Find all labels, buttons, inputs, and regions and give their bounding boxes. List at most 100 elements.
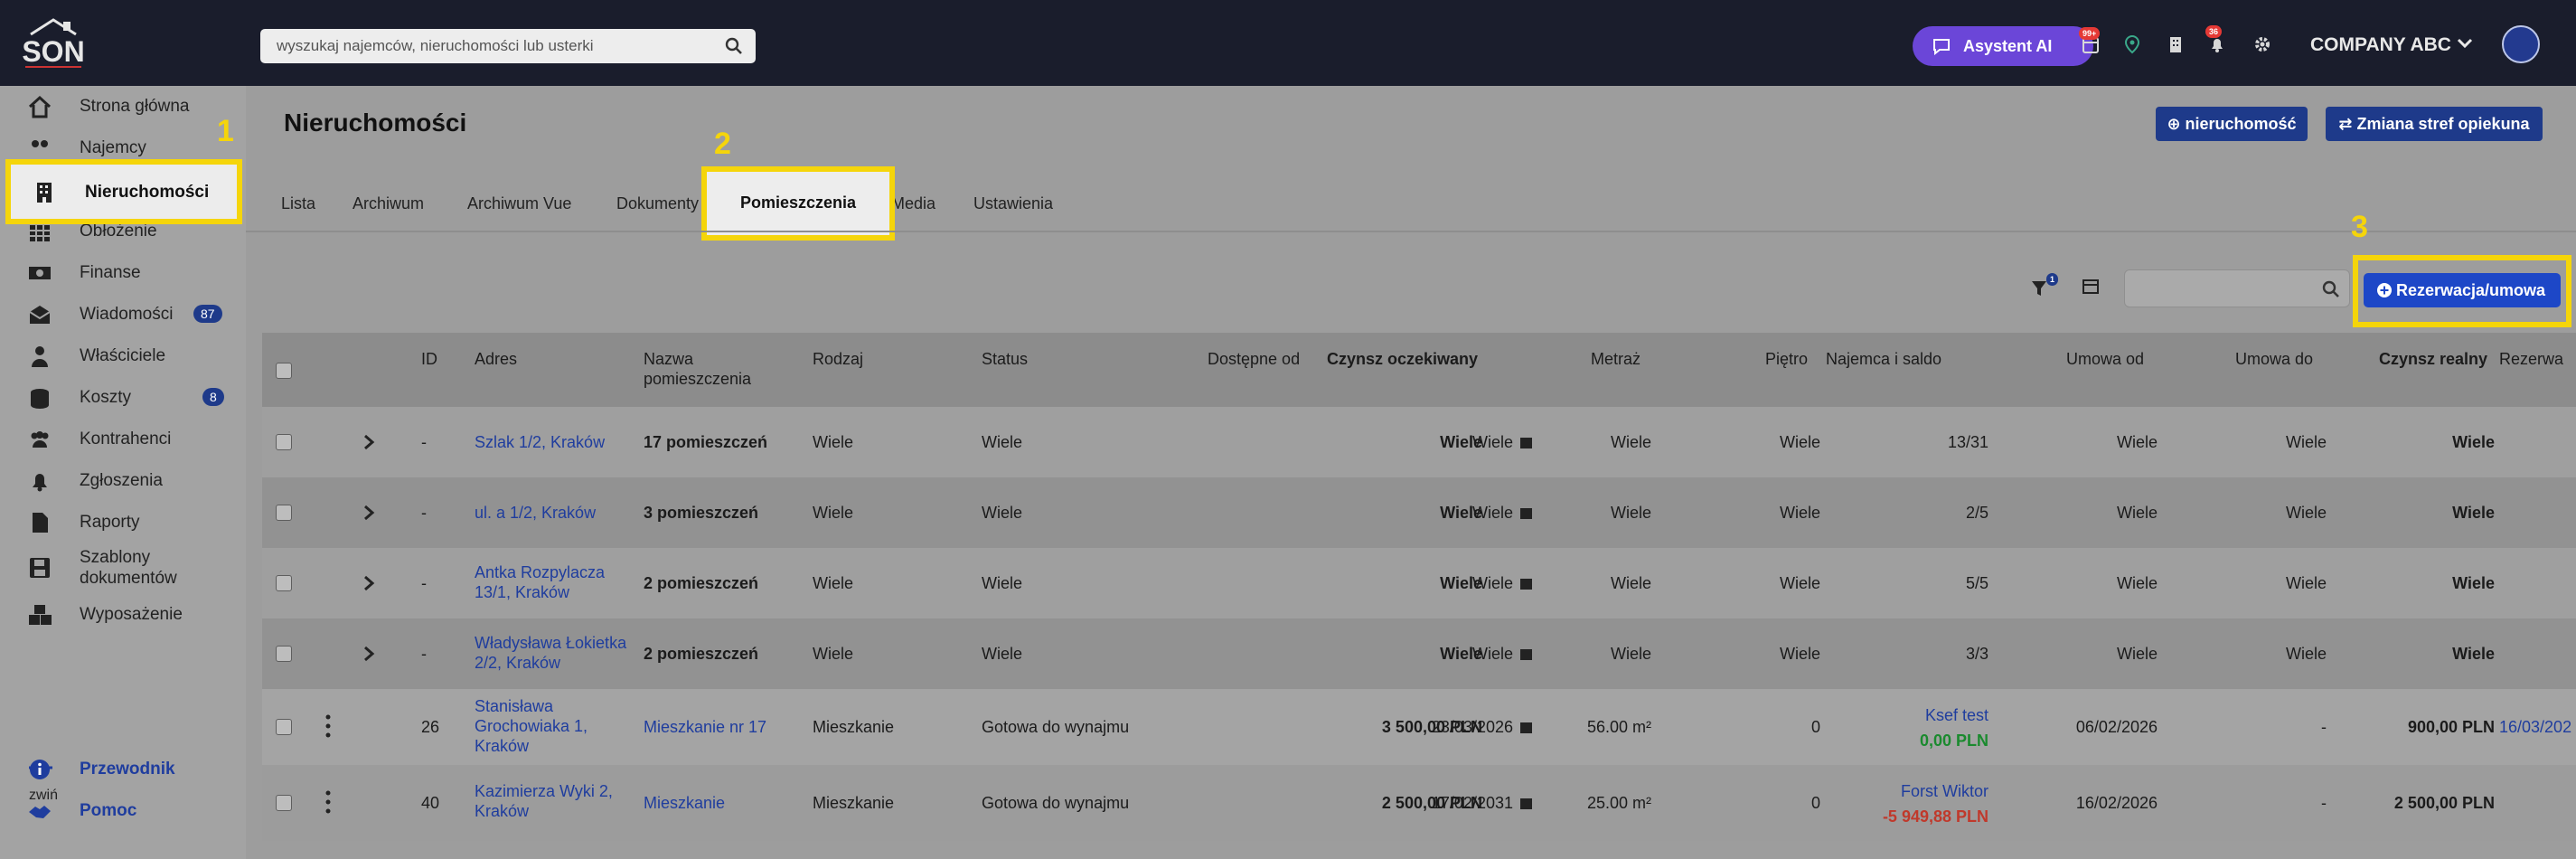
cell-contract-from: Wiele [2116, 645, 2158, 663]
add-property-button[interactable]: ⊕ nieruchomość [2156, 107, 2308, 141]
cell-room-name: 2 pomieszczeń [644, 574, 759, 592]
col-kind[interactable]: Rodzaj [813, 349, 863, 369]
sidebar-item-home[interactable]: Strona główna [0, 86, 246, 127]
col-contract-from[interactable]: Umowa od [2066, 349, 2144, 369]
cell-address[interactable]: Antka Rozpylacza 13/1, Kraków [475, 562, 619, 602]
row-checkbox[interactable] [276, 575, 292, 591]
ai-assistant-button[interactable]: Asystent AI [1913, 26, 2093, 66]
cell-room-name[interactable]: Mieszkanie nr 17 [644, 717, 766, 737]
reservation-button[interactable]: Rezerwacja/umowa [2364, 273, 2561, 307]
tab-rooms[interactable]: Pomieszczenia [701, 166, 895, 241]
table-row[interactable]: - ul. a 1/2, Kraków 3 pomieszczeń Wiele … [262, 477, 2576, 548]
col-area[interactable]: Metraż [1591, 349, 1641, 369]
col-expected-rent[interactable]: Czynsz oczekiwany [1327, 349, 1478, 369]
sidebar-item-properties[interactable]: Nieruchomości [5, 159, 242, 224]
kebab-menu-icon[interactable] [325, 714, 331, 738]
sidebar-item-templates[interactable]: Szablony dokumentów [0, 543, 246, 594]
search-icon[interactable] [2322, 280, 2340, 298]
col-available-from[interactable]: Dostępne od [1208, 349, 1300, 369]
table-row[interactable]: 40 Kazimierza Wyki 2, Kraków Mieszkanie … [262, 765, 2576, 841]
cell-tenant-name[interactable]: Ksef test [1925, 705, 1988, 725]
cell-id: - [421, 433, 427, 451]
sidebar-guide-link[interactable]: Przewodnik [0, 749, 246, 790]
cell-tenant-name[interactable]: Forst Wiktor [1901, 781, 1988, 801]
row-checkbox[interactable] [276, 795, 292, 811]
sidebar-item-equipment[interactable]: Wyposażenie [0, 594, 246, 636]
table-row[interactable]: 26 Stanisława Grochowiaka 1, Kraków Mies… [262, 689, 2576, 765]
select-all-checkbox[interactable] [276, 363, 292, 379]
file-icon [33, 513, 48, 533]
chevron-right-icon[interactable] [362, 645, 376, 663]
col-real-rent[interactable]: Czynsz realny [2379, 349, 2487, 369]
user-avatar[interactable] [2502, 25, 2540, 63]
tab-archive[interactable]: Archiwum [353, 194, 424, 213]
search-icon[interactable] [725, 37, 743, 55]
sidebar-item-costs[interactable]: Koszty 8 [0, 377, 246, 419]
sidebar-item-owners[interactable]: Właściciele [0, 335, 246, 377]
tab-archive-vue[interactable]: Archiwum Vue [467, 194, 571, 213]
tab-settings[interactable]: Ustawienia [973, 194, 1053, 213]
sidebar-help-link[interactable]: Pomoc [0, 790, 246, 832]
sidebar-item-label: Obłożenie [80, 222, 157, 241]
chevron-right-icon[interactable] [362, 504, 376, 522]
columns-icon[interactable] [2081, 277, 2101, 297]
chevron-down-icon[interactable] [2457, 36, 2473, 51]
cell-id: 40 [421, 794, 440, 812]
col-floor[interactable]: Piętro [1765, 349, 1808, 369]
sidebar-item-reports[interactable]: Raporty [0, 502, 246, 543]
location-pin-icon[interactable] [2122, 34, 2142, 54]
cell-kind: Wiele [813, 645, 854, 663]
table-row[interactable]: - Szlak 1/2, Kraków 17 pomieszczeń Wiele… [262, 407, 2576, 477]
chevron-right-icon[interactable] [362, 433, 376, 451]
cell-expected-rent: Wiele [1440, 645, 1482, 663]
col-address[interactable]: Adres [475, 349, 517, 369]
kebab-menu-icon[interactable] [325, 790, 331, 814]
cell-reserve[interactable]: 16/03/202 [2499, 717, 2571, 737]
page-title: Nieruchomości [284, 109, 467, 137]
col-reserve[interactable]: Rezerwa [2499, 349, 2563, 369]
row-checkbox[interactable] [276, 434, 292, 450]
company-switcher[interactable]: COMPANY ABC [2310, 34, 2451, 56]
table-search-input[interactable] [2124, 269, 2350, 307]
sidebar-item-messages[interactable]: Wiadomości 87 [0, 294, 246, 335]
cell-tenant: 13/31 [1947, 433, 1988, 451]
col-room-name[interactable]: Nazwa pomieszczenia [644, 349, 770, 389]
cell-address[interactable]: ul. a 1/2, Kraków [475, 503, 596, 523]
table-row[interactable]: - Władysława Łokietka 2/2, Kraków 2 pomi… [262, 618, 2576, 689]
row-checkbox[interactable] [276, 505, 292, 521]
cell-address[interactable]: Szlak 1/2, Kraków [475, 432, 605, 452]
chevron-right-icon[interactable] [362, 574, 376, 592]
tab-documents[interactable]: Dokumenty [616, 194, 699, 213]
col-status[interactable]: Status [982, 349, 1028, 369]
table-header: ID Adres Nazwa pomieszczenia Rodzaj Stat… [262, 333, 2576, 407]
tab-list[interactable]: Lista [281, 194, 315, 213]
row-checkbox[interactable] [276, 646, 292, 662]
logo-text: SON [22, 35, 84, 68]
cell-address[interactable]: Stanisława Grochowiaka 1, Kraków [475, 696, 619, 756]
plus-circle-icon: ⊕ [2167, 115, 2186, 133]
col-contract-to[interactable]: Umowa do [2235, 349, 2313, 369]
row-checkbox[interactable] [276, 719, 292, 735]
cell-room-name[interactable]: Mieszkanie [644, 793, 725, 813]
change-zones-button[interactable]: ⇄ Zmiana stref opiekuna [2326, 107, 2543, 141]
building-icon[interactable] [2166, 34, 2186, 54]
sidebar-item-finance[interactable]: Finanse [0, 252, 246, 294]
sidebar-item-reports-issues[interactable]: Zgłoszenia [0, 460, 246, 502]
global-search[interactable]: wyszukaj najemców, nieruchomości lub ust… [260, 29, 756, 63]
cell-area: Wiele [1610, 504, 1651, 522]
son-logo[interactable]: SON [18, 16, 89, 72]
tab-media[interactable]: Media [891, 194, 935, 213]
calendar-icon [1520, 798, 1532, 809]
col-tenant-balance[interactable]: Najemca i saldo [1826, 349, 1941, 369]
sidebar-item-label: Nieruchomości [85, 183, 210, 202]
cell-kind: Wiele [813, 433, 854, 451]
table-row[interactable]: - Antka Rozpylacza 13/1, Kraków 2 pomies… [262, 548, 2576, 618]
sidebar-item-label: Najemcy [80, 138, 146, 157]
col-id[interactable]: ID [421, 349, 437, 369]
cell-room-name: 17 pomieszczeń [644, 433, 768, 451]
cell-address[interactable]: Władysława Łokietka 2/2, Kraków [475, 633, 637, 673]
cell-address[interactable]: Kazimierza Wyki 2, Kraków [475, 781, 619, 821]
cell-id: - [421, 504, 427, 522]
gear-icon[interactable] [2252, 34, 2272, 54]
sidebar-item-contractors[interactable]: Kontrahenci [0, 419, 246, 460]
